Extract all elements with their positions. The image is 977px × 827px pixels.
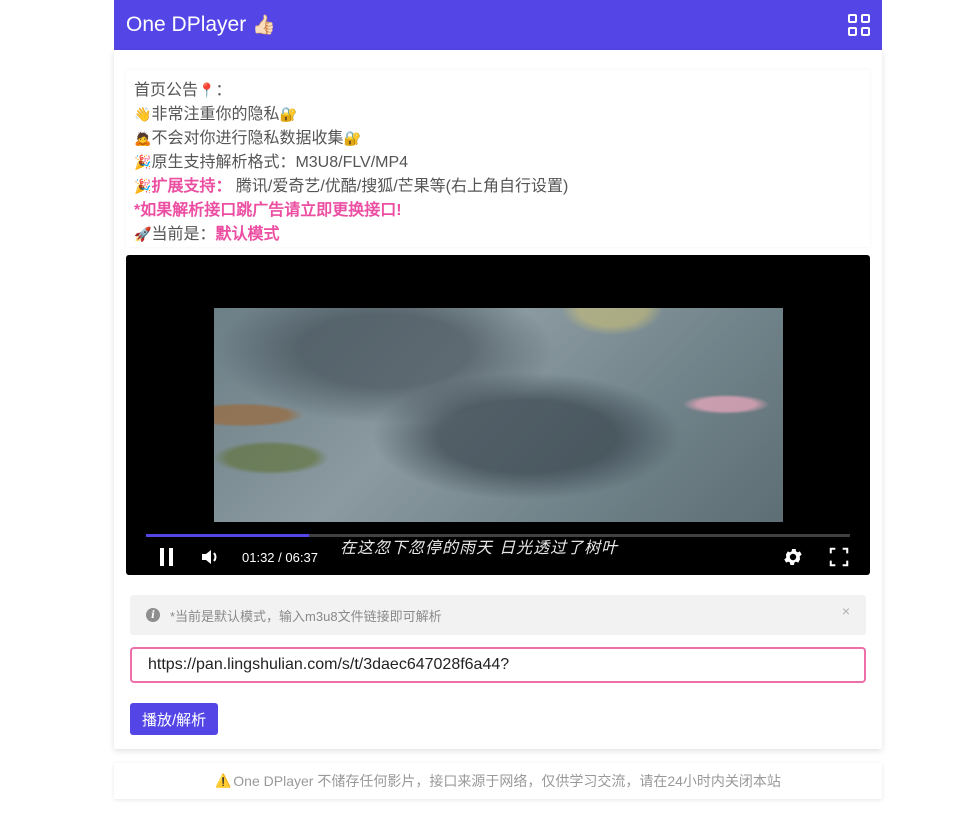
announcement: 首页公告📍： 👋非常注重你的隐私🔐 🙇不会对你进行隐私数据收集🔐 🎉原生支持解析…	[126, 70, 870, 247]
bow-icon: 🙇	[134, 131, 152, 147]
announcement-heading: 首页公告📍：	[134, 82, 232, 99]
announcement-line-extended: 🎉扩展支持： 腾讯/爱奇艺/优酷/搜狐/芒果等(右上角自行设置)	[134, 178, 569, 195]
duration: 06:37	[285, 549, 318, 565]
alert-text: *当前是默认模式，输入m3u8文件链接即可解析	[170, 608, 442, 624]
pin-icon: 📍	[198, 83, 216, 99]
info-icon: i	[146, 608, 160, 622]
info-alert: i *当前是默认模式，输入m3u8文件链接即可解析 ×	[130, 595, 866, 635]
mode-label: 默认模式	[215, 226, 280, 243]
lock-icon: 🔐	[343, 131, 361, 147]
party-icon: 🎉	[134, 179, 152, 195]
video-player[interactable]: 在这忽下忽停的雨天 日光透过了树叶 01:32 / 06:37	[126, 255, 870, 575]
app-container: One DPlayer 👍🏻 首页公告📍： 👋非常注重你的隐私🔐 🙇不会对你进行…	[114, 0, 882, 799]
rocket-icon: 🚀	[134, 227, 152, 243]
fullscreen-icon[interactable]	[828, 546, 850, 568]
main-card: 首页公告📍： 👋非常注重你的隐私🔐 🙇不会对你进行隐私数据收集🔐 🎉原生支持解析…	[114, 50, 882, 749]
warning-icon: ⚠️	[215, 773, 232, 788]
gear-icon[interactable]	[782, 546, 804, 568]
announcement-current-mode: 🚀当前是：默认模式	[134, 226, 280, 243]
player-controls: 01:32 / 06:37	[126, 545, 870, 569]
current-time: 01:32	[242, 549, 275, 565]
announcement-line-no-collection: 🙇不会对你进行隐私数据收集🔐	[134, 130, 361, 147]
video-frame[interactable]	[214, 308, 783, 522]
url-input[interactable]	[130, 647, 866, 683]
grid-icon[interactable]	[848, 14, 870, 36]
time-display: 01:32 / 06:37	[242, 549, 318, 565]
brand: One DPlayer 👍🏻	[126, 13, 276, 37]
announcement-warning: *如果解析接口跳广告请立即更换接口!	[134, 202, 402, 219]
top-bar: One DPlayer 👍🏻	[114, 0, 882, 50]
thumbs-up-icon: 👍🏻	[252, 15, 276, 36]
lock-icon: 🔐	[279, 107, 297, 123]
announcement-line-formats: 🎉原生支持解析格式：M3U8/FLV/MP4	[134, 154, 409, 171]
close-icon[interactable]: ×	[842, 603, 850, 619]
volume-icon[interactable]	[200, 548, 222, 566]
footer: ⚠️ One DPlayer 不储存任何影片，接口来源于网络，仅供学习交流，请在…	[114, 763, 882, 799]
wave-icon: 👋	[134, 107, 152, 123]
announcement-line-privacy: 👋非常注重你的隐私🔐	[134, 106, 297, 123]
app-title: One DPlayer	[126, 13, 247, 36]
pause-icon[interactable]	[160, 548, 176, 566]
party-icon: 🎉	[134, 155, 152, 171]
play-parse-button[interactable]: 播放/解析	[130, 703, 219, 735]
footer-text: One DPlayer 不储存任何影片，接口来源于网络，仅供学习交流，请在24小…	[233, 773, 781, 789]
progress-fill	[146, 534, 310, 537]
